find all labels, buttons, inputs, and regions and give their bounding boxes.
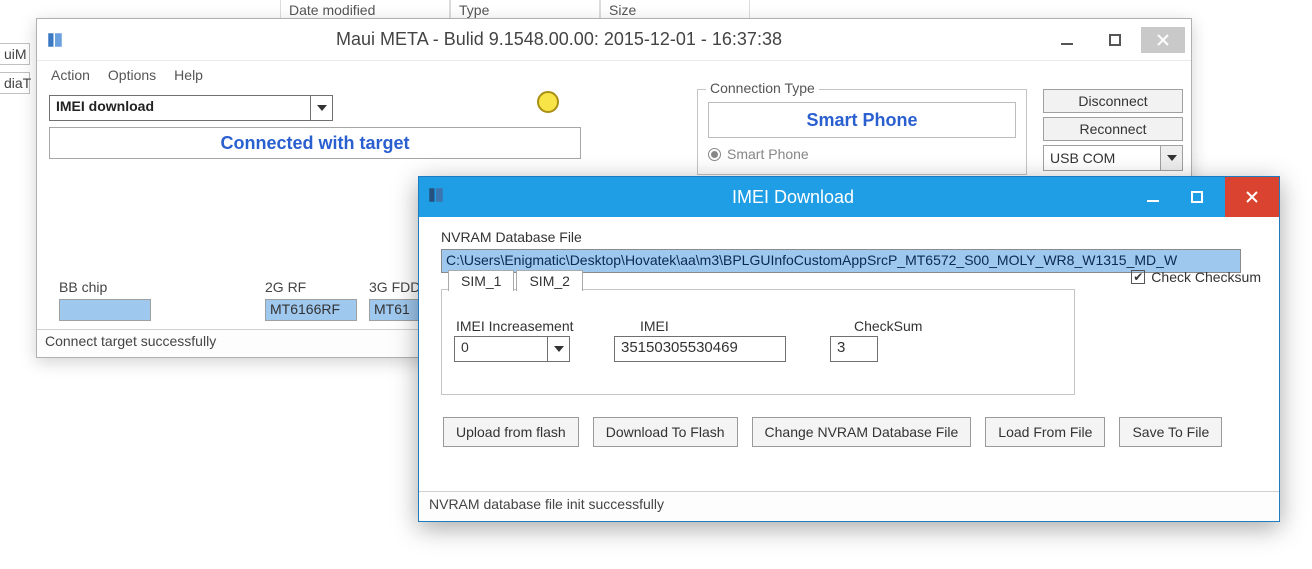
disconnect-button[interactable]: Disconnect: [1043, 89, 1183, 113]
clipped-text-2: diaT: [0, 72, 30, 94]
modal-maximize-button[interactable]: [1175, 183, 1219, 211]
bb-chip-label: BB chip: [59, 279, 151, 295]
menu-help[interactable]: Help: [174, 67, 203, 83]
radio-smart-phone-label: Smart Phone: [727, 146, 809, 162]
menubar: Action Options Help: [37, 61, 1191, 89]
tab-sim1[interactable]: SIM_1: [448, 270, 514, 291]
modal-minimize-button[interactable]: [1131, 183, 1175, 211]
status-led-icon: [537, 91, 559, 113]
label-imei: IMEI: [640, 318, 810, 334]
minimize-button[interactable]: [1045, 27, 1089, 53]
check-checksum-checkbox[interactable]: ✔: [1131, 270, 1145, 284]
connection-type-legend: Connection Type: [706, 80, 819, 96]
port-combo-value: USB COM: [1050, 150, 1115, 166]
rf2g-value: MT6166RF: [265, 299, 357, 321]
modal-close-button[interactable]: [1225, 177, 1279, 217]
target-status: Connected with target: [49, 127, 581, 159]
rf2g-label: 2G RF: [265, 279, 357, 295]
imei-input[interactable]: 35150305530469: [614, 336, 786, 362]
window-title: Maui META - Bulid 9.1548.00.00: 2015-12-…: [73, 29, 1045, 50]
save-to-file-button[interactable]: Save To File: [1119, 417, 1222, 447]
change-nvram-db-button[interactable]: Change NVRAM Database File: [752, 417, 972, 447]
modal-footer-status: NVRAM database file init successfully: [419, 491, 1279, 521]
app-icon: [45, 30, 65, 50]
imei-increasement-combo[interactable]: 0: [454, 336, 570, 362]
label-imei-increasement: IMEI Increasement: [456, 318, 596, 334]
imei-increasement-value: 0: [455, 337, 547, 361]
function-select-value: IMEI download: [50, 96, 332, 116]
upload-from-flash-button[interactable]: Upload from flash: [443, 417, 579, 447]
chevron-down-icon: [1160, 146, 1182, 170]
sim-group: SIM_1 SIM_2 IMEI Increasement IMEI Check…: [441, 289, 1075, 395]
maximize-button[interactable]: [1093, 27, 1137, 53]
bb-chip-value: [59, 299, 151, 321]
connection-type-group: Connection Type Smart Phone Smart Phone: [697, 89, 1027, 175]
app-icon: [427, 186, 449, 208]
load-from-file-button[interactable]: Load From File: [985, 417, 1105, 447]
clipped-text-1: uiM: [0, 43, 30, 65]
modal-title: IMEI Download: [455, 187, 1131, 208]
connection-type-display: Smart Phone: [708, 102, 1016, 138]
titlebar: Maui META - Bulid 9.1548.00.00: 2015-12-…: [37, 19, 1191, 61]
nvram-label: NVRAM Database File: [441, 229, 1263, 245]
close-button[interactable]: [1141, 27, 1185, 53]
port-combo[interactable]: USB COM: [1043, 145, 1183, 171]
reconnect-button[interactable]: Reconnect: [1043, 117, 1183, 141]
chevron-down-icon: [547, 337, 569, 361]
tab-sim2[interactable]: SIM_2: [516, 270, 582, 291]
download-to-flash-button[interactable]: Download To Flash: [593, 417, 738, 447]
menu-options[interactable]: Options: [108, 67, 156, 83]
checksum-input[interactable]: 3: [830, 336, 878, 362]
modal-titlebar: IMEI Download: [419, 177, 1279, 217]
radio-smart-phone[interactable]: [708, 148, 721, 161]
label-checksum: CheckSum: [854, 318, 954, 334]
function-select[interactable]: IMEI download: [49, 95, 333, 121]
chevron-down-icon: [310, 96, 332, 120]
check-checksum-label: Check Checksum: [1151, 269, 1261, 285]
menu-action[interactable]: Action: [51, 67, 90, 83]
imei-download-window: IMEI Download NVRAM Database File C:\Use…: [418, 176, 1280, 522]
